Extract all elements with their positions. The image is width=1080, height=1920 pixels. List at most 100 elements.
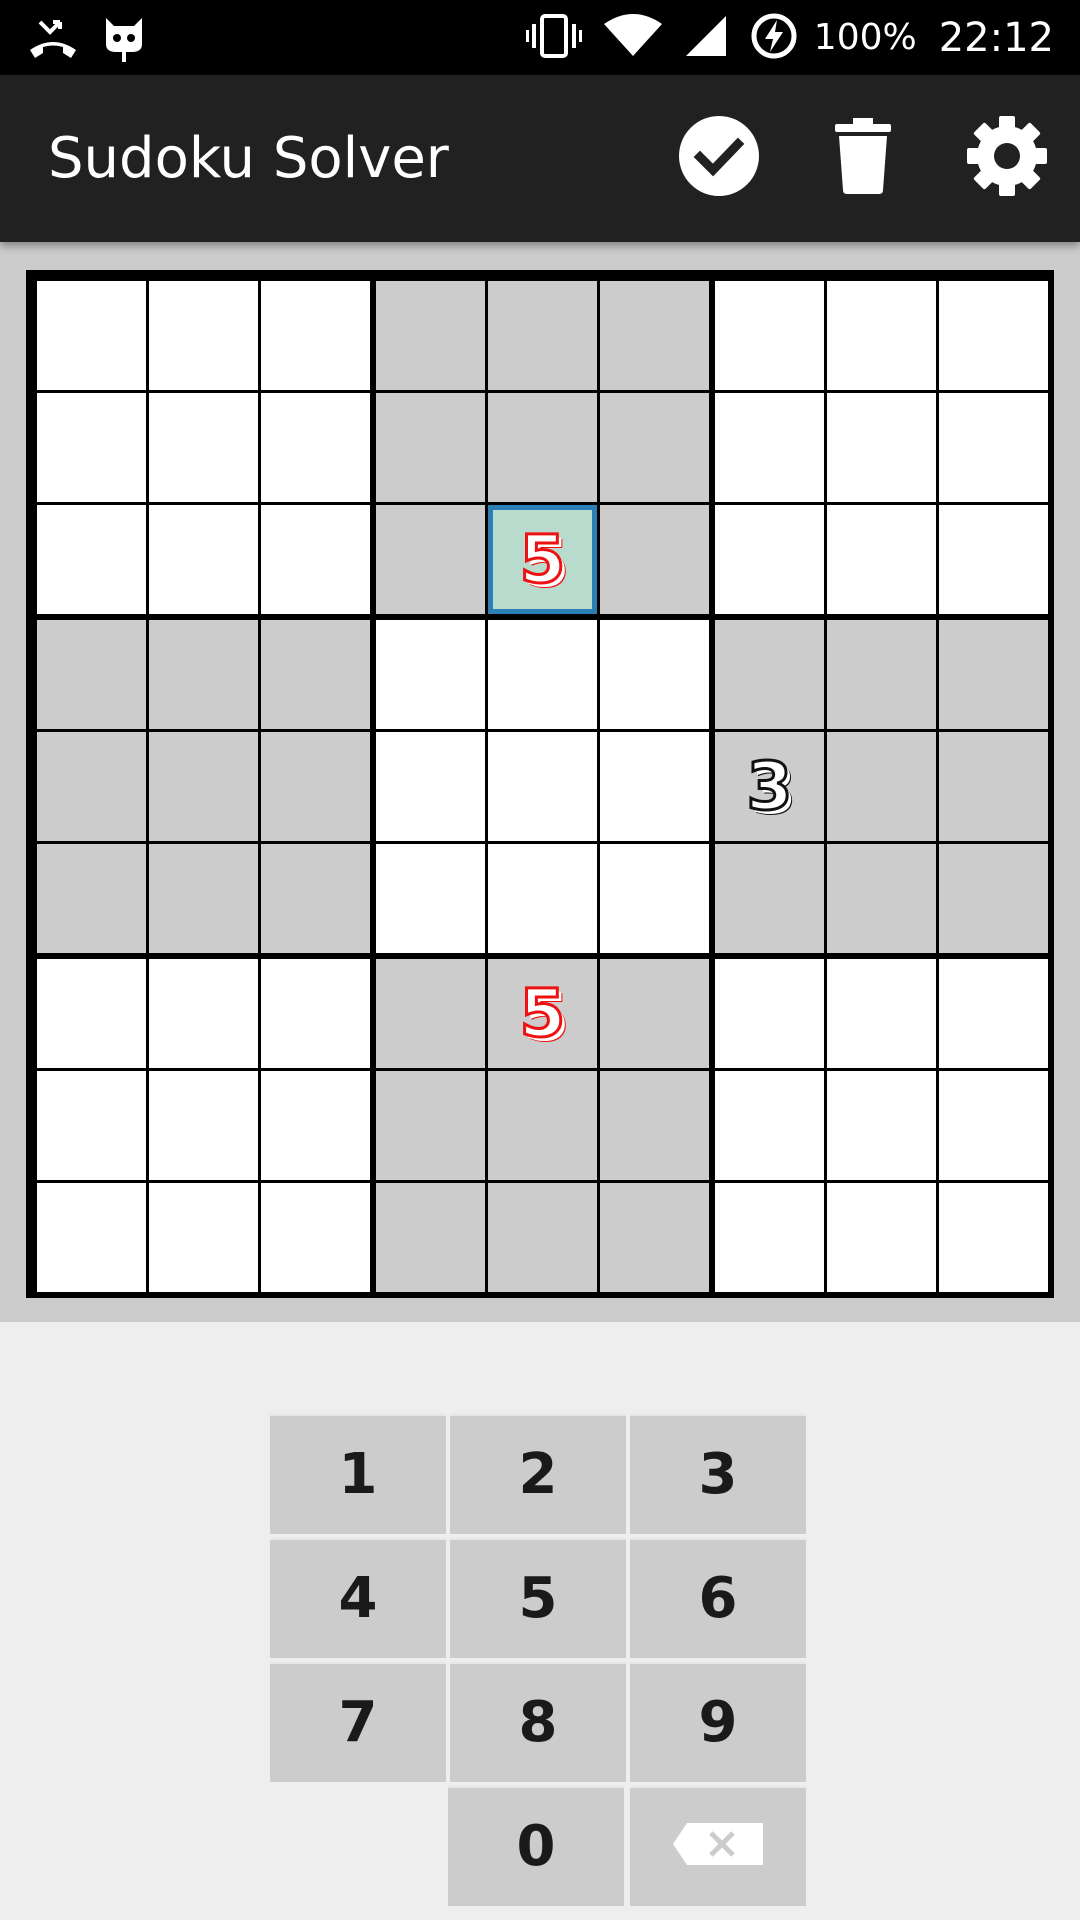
sudoku-cell[interactable] (376, 1071, 485, 1180)
sudoku-cell[interactable] (827, 620, 936, 729)
sudoku-cell[interactable] (149, 844, 258, 953)
sudoku-cell[interactable] (261, 281, 370, 390)
key-6[interactable]: 6 (630, 1538, 806, 1658)
sudoku-cell[interactable] (376, 281, 485, 390)
settings-button[interactable] (962, 113, 1052, 203)
sudoku-cell[interactable] (261, 620, 370, 729)
sudoku-cell[interactable] (376, 1183, 485, 1292)
key-4[interactable]: 4 (270, 1538, 446, 1658)
sudoku-cell[interactable] (939, 505, 1048, 614)
sudoku-cell[interactable] (261, 505, 370, 614)
sudoku-cell[interactable] (376, 844, 485, 953)
sudoku-board: 5 3 5 (26, 270, 1054, 1298)
sudoku-cell[interactable] (376, 393, 485, 502)
sudoku-cell[interactable] (488, 732, 597, 841)
solve-button[interactable] (674, 113, 764, 203)
sudoku-cell[interactable] (37, 844, 146, 953)
sudoku-cell[interactable] (715, 1183, 824, 1292)
sudoku-cell[interactable] (600, 620, 709, 729)
sudoku-cell[interactable] (715, 620, 824, 729)
sudoku-cell[interactable] (37, 393, 146, 502)
sudoku-cell[interactable] (376, 959, 485, 1068)
sudoku-cell[interactable] (939, 620, 1048, 729)
sudoku-cell[interactable] (37, 1071, 146, 1180)
sudoku-cell[interactable] (939, 1183, 1048, 1292)
sudoku-cell[interactable] (939, 844, 1048, 953)
sudoku-cell[interactable] (376, 732, 485, 841)
sudoku-cell[interactable] (939, 281, 1048, 390)
sudoku-cell[interactable] (488, 281, 597, 390)
sudoku-cell[interactable] (149, 281, 258, 390)
sudoku-cell[interactable] (261, 393, 370, 502)
sudoku-cell[interactable] (939, 732, 1048, 841)
sudoku-cell[interactable] (600, 732, 709, 841)
sudoku-cell[interactable] (939, 1071, 1048, 1180)
sudoku-cell[interactable] (600, 844, 709, 953)
sudoku-cell[interactable] (376, 505, 485, 614)
sudoku-cell[interactable] (261, 959, 370, 1068)
key-2[interactable]: 2 (450, 1414, 626, 1534)
cyanogenmod-icon (102, 14, 146, 68)
key-8[interactable]: 8 (450, 1662, 626, 1782)
sudoku-cell[interactable] (149, 1071, 258, 1180)
sudoku-cell[interactable] (488, 1183, 597, 1292)
sudoku-cell[interactable] (827, 1183, 936, 1292)
sudoku-cell[interactable] (149, 620, 258, 729)
sudoku-cell[interactable] (827, 1071, 936, 1180)
clock: 22:12 (938, 14, 1054, 61)
sudoku-cell[interactable] (37, 1183, 146, 1292)
sudoku-cell[interactable] (488, 393, 597, 502)
backspace-key[interactable] (630, 1786, 806, 1906)
check-circle-icon (678, 115, 760, 201)
sudoku-cell[interactable] (715, 393, 824, 502)
key-3[interactable]: 3 (630, 1414, 806, 1534)
sudoku-cell[interactable] (37, 959, 146, 1068)
sudoku-cell[interactable] (149, 505, 258, 614)
sudoku-cell[interactable] (149, 732, 258, 841)
sudoku-cell[interactable] (488, 844, 597, 953)
key-1[interactable]: 1 (270, 1414, 446, 1534)
sudoku-cell[interactable] (261, 1071, 370, 1180)
sudoku-cell[interactable] (827, 844, 936, 953)
sudoku-cell[interactable] (488, 620, 597, 729)
cell-digit: 5 (518, 974, 567, 1052)
sudoku-cell[interactable] (149, 393, 258, 502)
sudoku-cell[interactable] (37, 505, 146, 614)
sudoku-cell[interactable] (827, 505, 936, 614)
sudoku-cell[interactable] (827, 959, 936, 1068)
sudoku-cell[interactable] (939, 959, 1048, 1068)
sudoku-cell-selected[interactable]: 5 (488, 505, 597, 614)
sudoku-cell[interactable] (149, 1183, 258, 1292)
sudoku-cell[interactable] (600, 959, 709, 1068)
sudoku-cell[interactable] (715, 505, 824, 614)
sudoku-cell[interactable] (261, 1183, 370, 1292)
sudoku-cell[interactable] (600, 393, 709, 502)
sudoku-cell[interactable] (261, 844, 370, 953)
sudoku-cell[interactable] (37, 281, 146, 390)
sudoku-cell[interactable] (600, 1183, 709, 1292)
sudoku-cell[interactable] (600, 281, 709, 390)
sudoku-cell[interactable] (715, 1071, 824, 1180)
key-5[interactable]: 5 (450, 1538, 626, 1658)
sudoku-cell[interactable] (827, 281, 936, 390)
sudoku-cell[interactable] (37, 620, 146, 729)
key-0[interactable]: 0 (448, 1786, 624, 1906)
sudoku-cell[interactable]: 5 (488, 959, 597, 1068)
sudoku-cell[interactable] (376, 620, 485, 729)
sudoku-cell[interactable] (827, 393, 936, 502)
key-9[interactable]: 9 (630, 1662, 806, 1782)
sudoku-cell[interactable] (149, 959, 258, 1068)
sudoku-cell[interactable] (600, 505, 709, 614)
sudoku-cell[interactable]: 3 (715, 732, 824, 841)
sudoku-cell[interactable] (600, 1071, 709, 1180)
sudoku-cell[interactable] (37, 732, 146, 841)
sudoku-cell[interactable] (827, 732, 936, 841)
sudoku-cell[interactable] (715, 959, 824, 1068)
sudoku-cell[interactable] (488, 1071, 597, 1180)
sudoku-cell[interactable] (261, 732, 370, 841)
key-7[interactable]: 7 (270, 1662, 446, 1782)
clear-button[interactable] (818, 113, 908, 203)
sudoku-cell[interactable] (715, 281, 824, 390)
sudoku-cell[interactable] (939, 393, 1048, 502)
sudoku-cell[interactable] (715, 844, 824, 953)
